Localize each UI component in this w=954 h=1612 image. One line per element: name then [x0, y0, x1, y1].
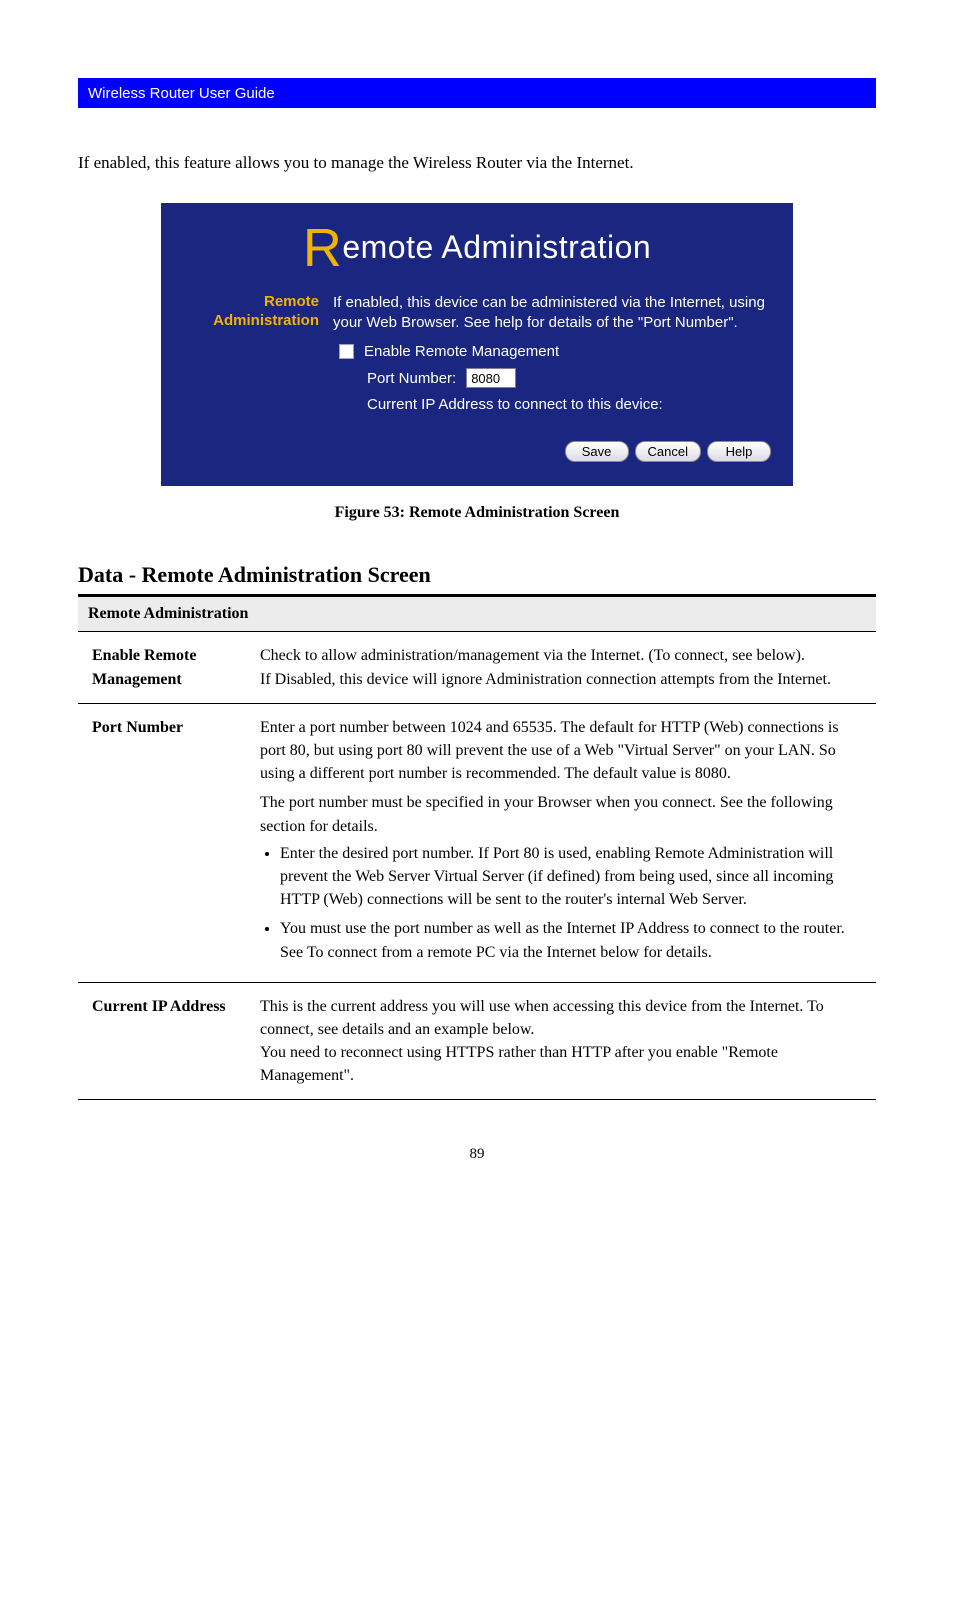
intro-paragraph: If enabled, this feature allows you to m…	[78, 152, 876, 175]
row-bullet: You must use the port number as well as …	[280, 917, 862, 963]
title-rest: emote Administration	[342, 229, 651, 265]
port-number-input[interactable]	[466, 368, 516, 388]
data-heading: Data - Remote Administration Screen	[78, 562, 876, 588]
row-lead: Enter a port number between 1024 and 655…	[260, 716, 862, 786]
table-row: Enable Remote Management Check to allow …	[78, 632, 876, 703]
enable-remote-checkbox[interactable]	[339, 344, 354, 359]
remote-admin-panel: Remote Administration Remote Administrat…	[161, 203, 793, 487]
row-label: Current IP Address	[78, 982, 246, 1100]
panel-left-line1: Remote	[264, 293, 319, 310]
row-label: Enable Remote Management	[78, 632, 246, 703]
panel-section-label: Remote Administration	[183, 293, 319, 463]
row-mid: The port number must be specified in you…	[260, 791, 862, 837]
table-row: Current IP Address This is the current a…	[78, 982, 876, 1100]
help-button[interactable]: Help	[707, 441, 771, 462]
current-ip-label: Current IP Address to connect to this de…	[367, 396, 663, 413]
row-body: Enter a port number between 1024 and 655…	[246, 703, 876, 982]
table-section-header: Remote Administration	[78, 596, 876, 632]
remote-admin-table: Remote Administration Enable Remote Mana…	[78, 594, 876, 1100]
row-body-text: This is the current address you will use…	[260, 998, 824, 1085]
port-number-label: Port Number:	[367, 370, 456, 387]
chapter-title: Wireless Router User Guide	[88, 85, 275, 102]
row-body: Check to allow administration/management…	[246, 632, 876, 703]
panel-left-line2: Administration	[213, 312, 319, 329]
row-body-text: Check to allow administration/management…	[260, 647, 831, 687]
panel-title: Remote Administration	[183, 221, 771, 275]
table-row: Port Number Enter a port number between …	[78, 703, 876, 982]
row-bullet: Enter the desired port number. If Port 8…	[280, 842, 862, 912]
row-body: This is the current address you will use…	[246, 982, 876, 1100]
figure-caption: Figure 53: Remote Administration Screen	[78, 504, 876, 522]
row-label: Port Number	[78, 703, 246, 982]
panel-description: If enabled, this device can be administe…	[333, 293, 771, 334]
chapter-header: Wireless Router User Guide	[78, 78, 876, 108]
title-r-glyph: R	[303, 218, 343, 278]
enable-remote-label: Enable Remote Management	[364, 343, 559, 360]
save-button[interactable]: Save	[565, 441, 629, 462]
page-number: 89	[78, 1146, 876, 1163]
cancel-button[interactable]: Cancel	[635, 441, 701, 462]
